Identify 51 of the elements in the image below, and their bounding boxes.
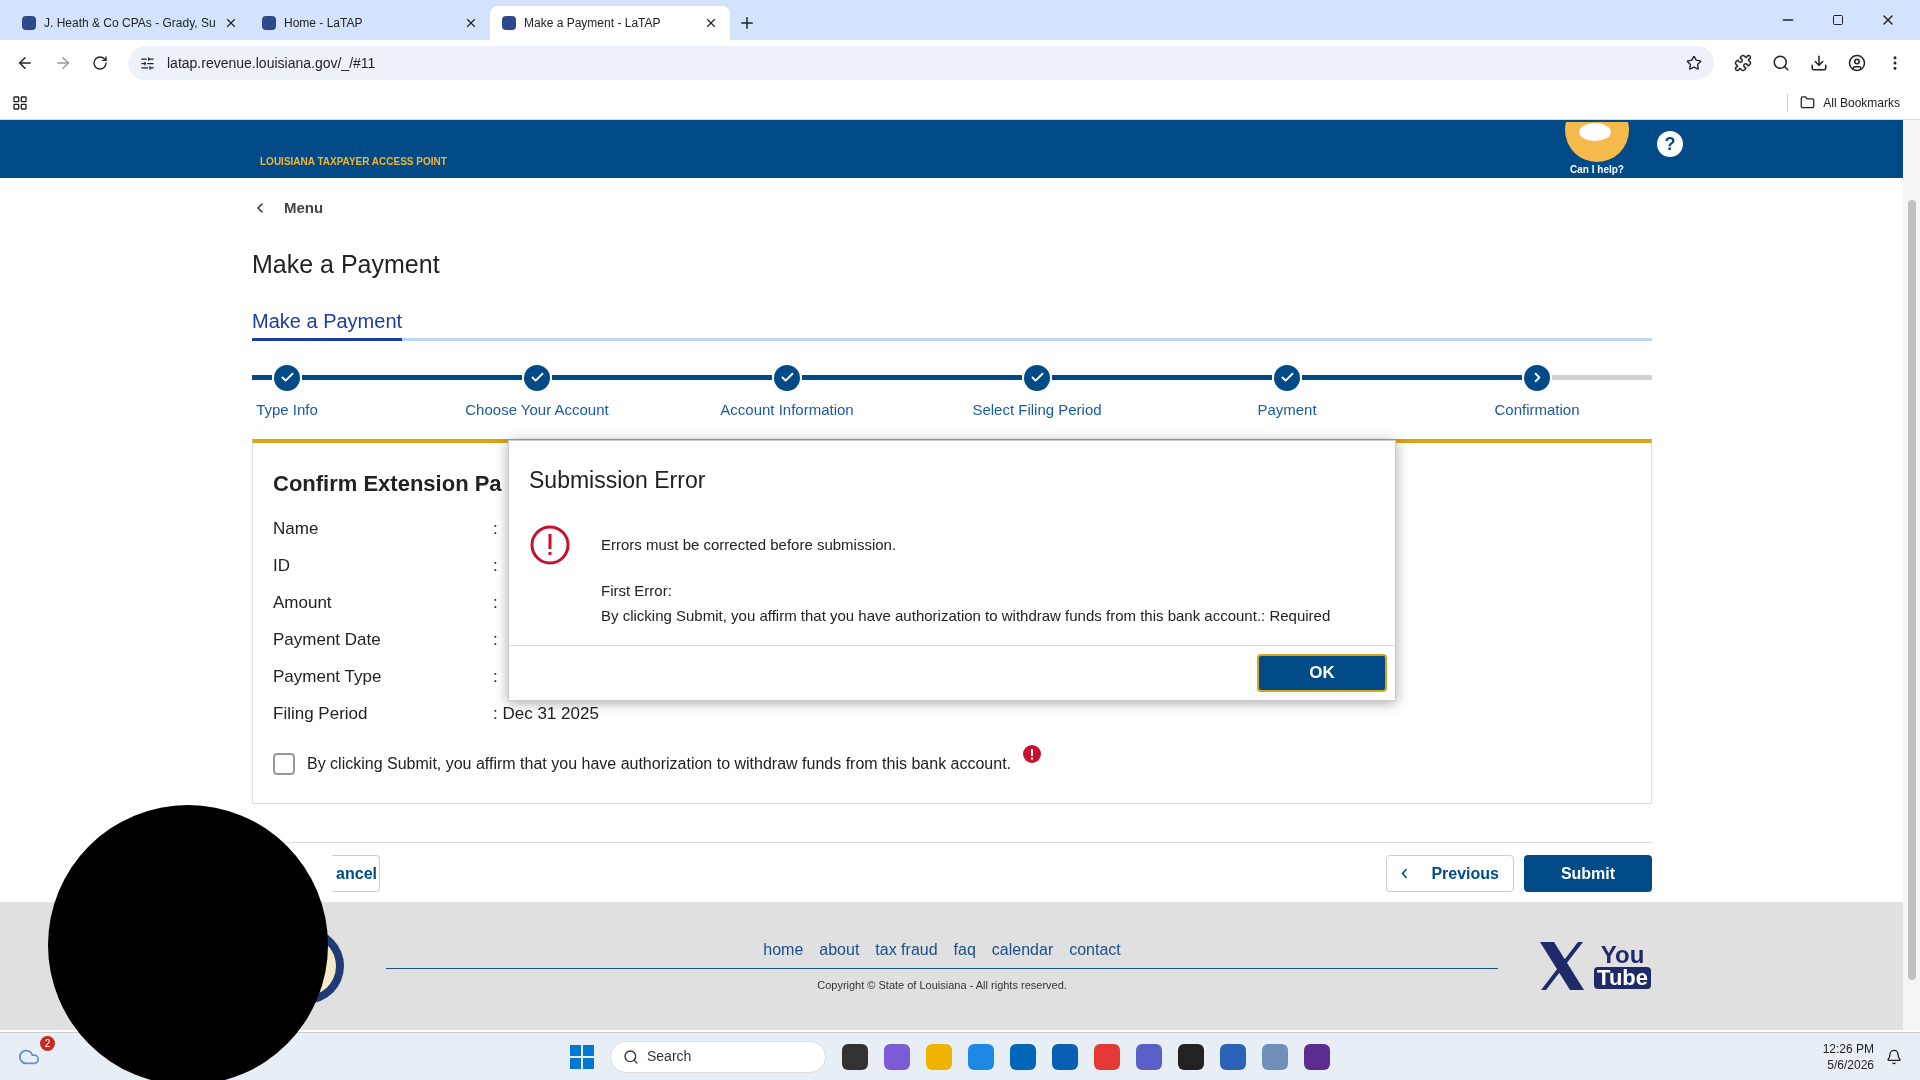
footer-link[interactable]: contact — [1069, 938, 1121, 963]
clock-time: 12:26 PM — [1822, 1040, 1874, 1057]
step-label: Type Info — [256, 399, 318, 420]
notification-badge: 2 — [40, 1035, 55, 1051]
field-value: : Dec 31 2025 — [493, 702, 599, 725]
browser-tab[interactable]: Home - LaTAP — [250, 6, 490, 40]
error-heading: First Error: — [601, 581, 673, 601]
address-bar[interactable]: latap.revenue.louisiana.gov/_/#11 — [128, 46, 1714, 80]
field-value: : — [493, 591, 498, 614]
field-label: Payment Date — [273, 628, 382, 651]
card-title: Confirm Extension Pa — [273, 470, 502, 498]
copyright-text: Copyright © State of Louisiana - All rights reserved. — [817, 978, 1067, 994]
agreement-label[interactable]: By clicking Submit, you affirm that you have authorization to withdraw funds from this bank account. — [307, 752, 1012, 776]
submit-button[interactable]: Submit — [1524, 855, 1652, 892]
footer-link[interactable]: about — [819, 938, 860, 963]
page-title: Make a Payment — [252, 249, 441, 280]
field-label: Filing Period — [273, 702, 369, 725]
error-detail: By clicking Submit, you affirm that you have authorization to withdraw funds from this bank account.: Required — [601, 605, 1331, 626]
field-value: : — [493, 517, 498, 540]
field-value: : — [493, 665, 498, 688]
step-label: Confirmation — [1494, 399, 1580, 420]
footer-link[interactable]: tax fraud — [875, 938, 938, 963]
field-value: : — [493, 628, 498, 651]
field-value: : — [493, 554, 498, 577]
step-label: Choose Your Account — [465, 399, 609, 420]
cancel-button[interactable]: ancel — [332, 855, 380, 892]
section-tab[interactable]: Make a Payment — [252, 305, 403, 341]
step-label: Payment — [1257, 399, 1317, 420]
step-label: Select Filing Period — [972, 399, 1102, 420]
help-label[interactable]: Can I help? — [1570, 161, 1624, 177]
clock-date: 5/6/2026 — [1827, 1056, 1874, 1073]
footer-link[interactable]: calendar — [991, 938, 1054, 963]
browser-tab[interactable]: Make a Payment - LaTAP — [490, 6, 730, 40]
browser-tab[interactable]: J. Heath & Co CPAs - Grady, Su — [10, 6, 250, 40]
field-label: ID — [273, 554, 291, 577]
previous-button[interactable]: Previous — [1386, 855, 1514, 892]
dialog-title: Submission Error — [528, 466, 707, 495]
help-button[interactable]: ? — [1657, 131, 1683, 157]
footer-link[interactable]: faq — [953, 938, 976, 963]
field-label: Name — [273, 517, 320, 540]
error-message: Errors must be corrected before submission. — [601, 534, 898, 555]
field-label: Amount — [273, 591, 333, 614]
footer-link[interactable]: home — [763, 938, 804, 963]
bookmarks-link[interactable]: All Bookmarks — [1823, 93, 1900, 112]
logo-subtitle: LOUISIANA TAXPAYER ACCESS POINT — [260, 154, 447, 169]
taskbar-search[interactable]: Search — [610, 1040, 826, 1073]
ok-button[interactable]: OK — [1257, 654, 1387, 692]
menu-link[interactable]: Menu — [284, 196, 324, 220]
youtube-logo[interactable]: You Tube — [1594, 943, 1651, 989]
step-label: Account Information — [720, 399, 854, 420]
field-label: Payment Type — [273, 665, 383, 688]
